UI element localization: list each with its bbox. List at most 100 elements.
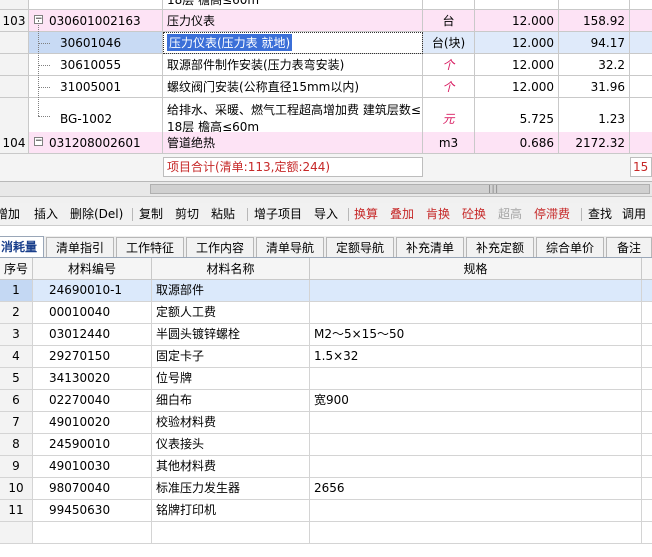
quota-price: 94.17: [559, 32, 630, 53]
tree-line: [38, 20, 39, 116]
bill-qty: 0.686: [475, 132, 559, 153]
table-row[interactable]: 5 34130020 位号牌: [0, 368, 652, 390]
toolbar: 增加 插入 删除(Del) 复制 剪切 粘贴 增子项目 导入 换算 叠加 肯换 …: [0, 203, 652, 226]
tab-supplement-bill[interactable]: 补充清单: [396, 237, 464, 257]
grid-bottom: [0, 544, 652, 557]
material-code: 98070040: [33, 478, 152, 499]
table-row[interactable]: 3 03012440 半圆头镀锌螺栓 M2～5×15～50: [0, 324, 652, 346]
quota-unit: 台(块): [423, 32, 475, 53]
material-spec: [310, 302, 642, 323]
table-row[interactable]: 9 49010030 其他材料费: [0, 456, 652, 478]
table-row[interactable]: 1 24690010-1 取源部件: [0, 280, 652, 302]
table-row-empty[interactable]: [0, 522, 652, 544]
delete-button[interactable]: 删除(Del): [70, 203, 123, 225]
scrollbar-thumb[interactable]: [150, 184, 650, 194]
bill-code: 031208002601: [29, 132, 163, 153]
header-material-name[interactable]: 材料名称: [152, 258, 310, 280]
tab-notes[interactable]: 备注: [606, 237, 652, 257]
materials-grid-header: 序号 材料编号 材料名称 规格: [0, 258, 652, 280]
material-spec: [310, 368, 642, 389]
bill-code: 030601002163: [29, 10, 163, 31]
import-button[interactable]: 导入: [314, 203, 338, 225]
paste-button[interactable]: 粘贴: [211, 203, 235, 225]
table-row[interactable]: 8 24590010 仪表接头: [0, 434, 652, 456]
table-row[interactable]: 11 99450630 铭牌打印机: [0, 500, 652, 522]
add-button[interactable]: 增加: [0, 203, 20, 225]
call-button[interactable]: 调用: [622, 203, 646, 225]
quota-name-text: 压力仪表(压力表 就地): [167, 34, 293, 51]
bill-name: 管道绝热: [163, 132, 423, 153]
quota-name-line1: 给排水、采暖、燃气工程超高增加费 建筑层数≤: [167, 102, 421, 117]
copy-button[interactable]: 复制: [139, 203, 163, 225]
header-num[interactable]: 序号: [0, 258, 33, 280]
quota-row[interactable]: 30610055 取源部件制作安装(压力表弯安装) 个 12.000 32.2: [0, 54, 652, 76]
tab-bill-navigation[interactable]: 清单导航: [256, 237, 324, 257]
stagnation-fee-button[interactable]: 停滞费: [534, 203, 570, 225]
header-material-code[interactable]: 材料编号: [33, 258, 152, 280]
concrete-swap-button[interactable]: 砼换: [462, 203, 486, 225]
row-number: 3: [0, 324, 33, 345]
bill-row-104[interactable]: 104 031208002601 − 管道绝热 m3 0.686 2172.32: [0, 132, 652, 154]
material-name: 仪表接头: [152, 434, 310, 455]
tab-bar: 消耗量 清单指引 工作特征 工作内容 清单导航 定额导航 补充清单 补充定额 综…: [0, 236, 652, 258]
tab-work-content[interactable]: 工作内容: [186, 237, 254, 257]
material-name: 定额人工费: [152, 302, 310, 323]
find-button[interactable]: 查找: [588, 203, 612, 225]
table-row[interactable]: 2 00010040 定额人工费: [0, 302, 652, 324]
tab-quota-navigation[interactable]: 定额导航: [326, 237, 394, 257]
tab-bill-guide[interactable]: 清单指引: [46, 237, 114, 257]
row-number: 8: [0, 434, 33, 455]
bill-name: 压力仪表: [163, 10, 423, 31]
toolbar-separator: [581, 208, 582, 221]
insert-button[interactable]: 插入: [34, 203, 58, 225]
toolbar-separator: [247, 208, 248, 221]
add-subitem-button[interactable]: 增子项目: [254, 203, 302, 225]
tree-line: [38, 65, 50, 66]
tab-supplement-quota[interactable]: 补充定额: [466, 237, 534, 257]
tab-work-features[interactable]: 工作特征: [116, 237, 184, 257]
toolbar-separator: [348, 208, 349, 221]
tab-unit-price[interactable]: 综合单价: [536, 237, 604, 257]
table-row[interactable]: 10 98070040 标准压力发生器 2656: [0, 478, 652, 500]
quota-price: 31.96: [559, 76, 630, 97]
row-number: 9: [0, 456, 33, 477]
quota-row[interactable]: 31005001 螺纹阀门安装(公称直径15mm以内) 个 12.000 31.…: [0, 76, 652, 98]
cutoff-row: 18层 檐高≤60m: [0, 0, 652, 10]
quota-qty: 12.000: [475, 76, 559, 97]
cut-button[interactable]: 剪切: [175, 203, 199, 225]
ken-swap-button[interactable]: 肯换: [426, 203, 450, 225]
quota-name[interactable]: 压力仪表(压力表 就地): [163, 32, 423, 53]
row-number: 7: [0, 412, 33, 433]
row-number: 2: [0, 302, 33, 323]
collapse-toggle-icon[interactable]: −: [34, 137, 43, 146]
material-spec: 1.5×32: [310, 346, 642, 367]
material-name: 其他材料费: [152, 456, 310, 477]
material-name: 校验材料费: [152, 412, 310, 433]
toolbar-separator: [132, 208, 133, 221]
bill-items-grid: 18层 檐高≤60m 103 030601002163 − 压力仪表 台 12.…: [0, 0, 652, 182]
quota-price: 32.2: [559, 54, 630, 75]
row-number: 103: [0, 10, 29, 31]
horizontal-scrollbar[interactable]: |||: [0, 182, 652, 197]
conversion-button[interactable]: 换算: [354, 203, 378, 225]
table-row[interactable]: 7 49010020 校验材料费: [0, 412, 652, 434]
overlay-button[interactable]: 叠加: [390, 203, 414, 225]
material-spec: M2～5×15～50: [310, 324, 642, 345]
header-spec[interactable]: 规格: [310, 258, 642, 280]
row-number: 10: [0, 478, 33, 499]
super-height-button[interactable]: 超高: [498, 203, 522, 225]
bill-unit: 台: [423, 10, 475, 31]
tab-consumption[interactable]: 消耗量: [0, 236, 44, 257]
row-number: 5: [0, 368, 33, 389]
material-spec: [310, 500, 642, 521]
table-row[interactable]: 4 29270150 固定卡子 1.5×32: [0, 346, 652, 368]
material-spec: [310, 280, 642, 301]
cutoff-row-text: 18层 檐高≤60m: [163, 0, 423, 9]
material-code: 49010030: [33, 456, 152, 477]
bill-row-103[interactable]: 103 030601002163 − 压力仪表 台 12.000 158.92: [0, 10, 652, 32]
tree-line: [38, 116, 50, 117]
quota-row-selected[interactable]: 30601046 压力仪表(压力表 就地) 台(块) 12.000 94.17: [0, 32, 652, 54]
table-row[interactable]: 6 02270040 细白布 宽900: [0, 390, 652, 412]
quota-unit: 个: [423, 76, 475, 97]
quota-unit: 个: [423, 54, 475, 75]
